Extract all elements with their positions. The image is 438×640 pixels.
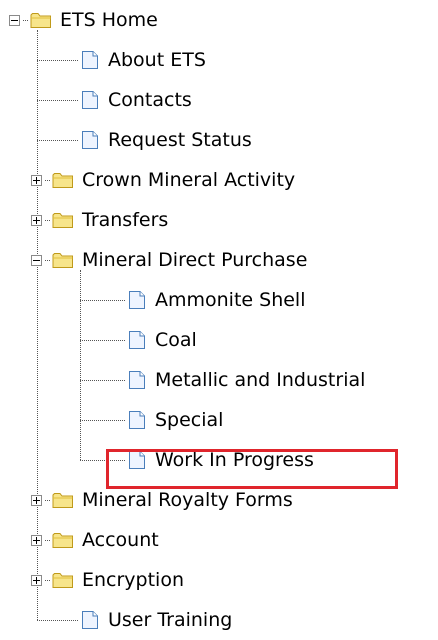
tree-node-ammonite-shell[interactable]: Ammonite Shell <box>127 283 306 317</box>
expand-icon[interactable] <box>31 174 42 186</box>
tree-node-label: Work In Progress <box>155 449 314 471</box>
tree-node-label: Metallic and Industrial <box>155 369 366 391</box>
tree-node-label: ETS Home <box>60 9 158 31</box>
expand-icon[interactable] <box>31 494 42 506</box>
page-icon <box>127 410 155 430</box>
tree-connector <box>23 19 28 21</box>
tree-node-label: Transfers <box>82 209 169 231</box>
tree-connector <box>37 60 78 61</box>
tree-connector <box>80 380 125 381</box>
tree-node-request-status[interactable]: Request Status <box>80 123 252 157</box>
tree-connector <box>45 219 50 221</box>
tree-connector <box>45 539 50 541</box>
page-icon <box>127 330 155 350</box>
tree-node-ets-home[interactable]: ETS Home <box>9 3 158 37</box>
tree-node-label: Mineral Royalty Forms <box>82 489 293 511</box>
tree-node-label: Encryption <box>82 569 185 591</box>
tree-connector <box>80 300 125 301</box>
tree-node-metallic-and-industrial[interactable]: Metallic and Industrial <box>127 363 365 397</box>
tree-node-mineral-direct-purchase[interactable]: Mineral Direct Purchase <box>31 243 307 277</box>
tree-connector <box>37 140 78 141</box>
expand-icon[interactable] <box>31 574 42 586</box>
tree-connector <box>45 579 50 581</box>
tree-node-account[interactable]: Account <box>31 523 159 557</box>
tree-node-label: Request Status <box>108 129 252 151</box>
tree-connector <box>80 460 125 461</box>
page-icon <box>127 370 155 390</box>
tree-node-coal[interactable]: Coal <box>127 323 197 357</box>
expand-icon[interactable] <box>31 214 42 226</box>
tree-guide-line <box>80 270 81 460</box>
tree-connector <box>45 179 50 181</box>
tree-connector <box>37 100 78 101</box>
tree-node-about-ets[interactable]: About ETS <box>80 43 206 77</box>
tree-connector <box>37 620 78 621</box>
tree-node-label: Coal <box>155 329 197 351</box>
tree-node-label: Mineral Direct Purchase <box>82 249 308 271</box>
folder-icon <box>52 531 82 549</box>
page-icon <box>127 290 155 310</box>
folder-icon <box>52 251 82 269</box>
collapse-icon[interactable] <box>31 254 42 266</box>
page-icon <box>80 130 108 150</box>
tree-node-user-training[interactable]: User Training <box>80 603 232 637</box>
navigation-tree: ETS Home About ETS Contacts Request Status C… <box>0 0 438 640</box>
page-icon <box>80 610 108 630</box>
tree-connector <box>45 499 50 501</box>
page-icon <box>80 50 108 70</box>
tree-node-label: User Training <box>108 609 233 631</box>
tree-node-crown-mineral-activity[interactable]: Crown Mineral Activity <box>31 163 295 197</box>
tree-node-label: Crown Mineral Activity <box>82 169 296 191</box>
tree-node-label: Contacts <box>108 89 192 111</box>
folder-icon <box>52 171 82 189</box>
tree-node-special[interactable]: Special <box>127 403 223 437</box>
tree-node-label: Special <box>155 409 224 431</box>
tree-connector <box>80 340 125 341</box>
tree-node-contacts[interactable]: Contacts <box>80 83 192 117</box>
folder-icon <box>52 211 82 229</box>
page-icon <box>80 90 108 110</box>
tree-node-label: About ETS <box>108 49 206 71</box>
collapse-icon[interactable] <box>9 14 20 26</box>
tree-node-transfers[interactable]: Transfers <box>31 203 168 237</box>
tree-connector <box>45 259 50 261</box>
expand-icon[interactable] <box>31 534 42 546</box>
folder-icon <box>30 11 60 29</box>
tree-node-work-in-progress[interactable]: Work In Progress <box>127 443 314 477</box>
folder-icon <box>52 571 82 589</box>
tree-node-encryption[interactable]: Encryption <box>31 563 184 597</box>
tree-connector <box>80 420 125 421</box>
tree-node-label: Ammonite Shell <box>155 289 306 311</box>
tree-node-mineral-royalty-forms[interactable]: Mineral Royalty Forms <box>31 483 293 517</box>
page-icon <box>127 450 155 470</box>
folder-icon <box>52 491 82 509</box>
tree-node-label: Account <box>82 529 159 551</box>
